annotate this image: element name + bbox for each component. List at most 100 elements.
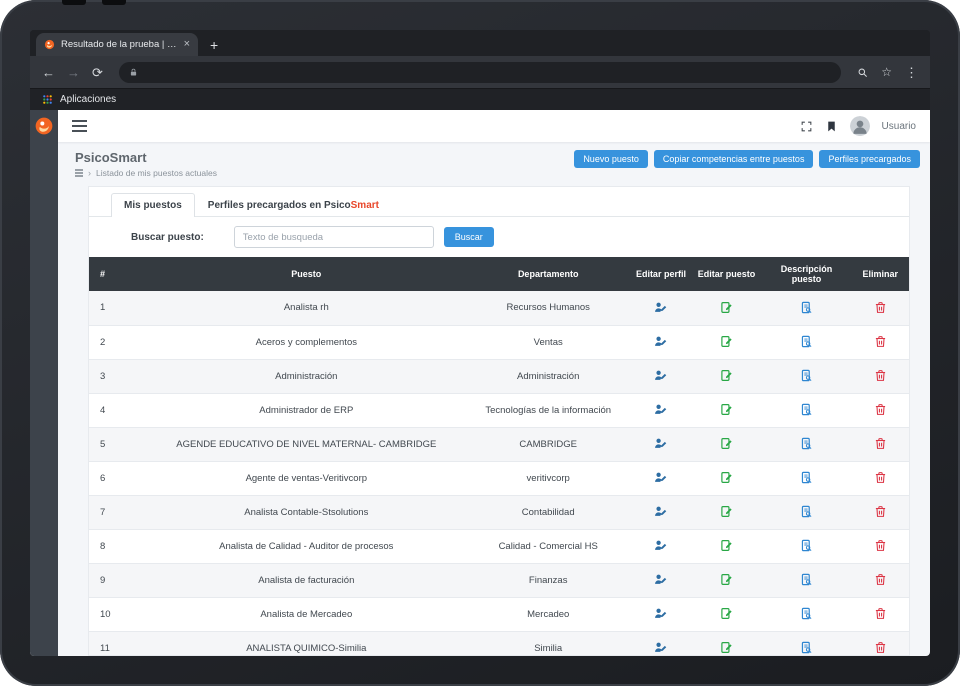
edit-profile-button[interactable] <box>652 605 669 622</box>
edit-profile-button[interactable] <box>652 299 669 316</box>
delete-puesto-button[interactable] <box>872 639 889 656</box>
edit-profile-button[interactable] <box>652 401 669 418</box>
hamburger-menu-icon[interactable] <box>72 120 87 132</box>
nuevo-puesto-button[interactable]: Nuevo puesto <box>574 150 648 168</box>
descripcion-puesto-button[interactable] <box>798 367 815 384</box>
row-puesto: Administración <box>146 359 467 394</box>
trash-icon <box>874 335 887 348</box>
descripcion-puesto-button[interactable] <box>798 333 815 350</box>
tablet-volume-button <box>62 0 86 5</box>
edit-profile-button[interactable] <box>652 367 669 384</box>
delete-puesto-button[interactable] <box>872 401 889 418</box>
edit-puesto-button[interactable] <box>718 639 735 656</box>
row-departamento: CAMBRIDGE <box>466 427 631 462</box>
edit-puesto-button[interactable] <box>718 605 735 622</box>
delete-puesto-button[interactable] <box>872 469 889 486</box>
col-departamento: Departamento <box>466 257 631 291</box>
delete-puesto-button[interactable] <box>872 605 889 622</box>
edit-puesto-button[interactable] <box>718 299 735 316</box>
app-main: Usuario PsicoSmart › Listado de mis pues… <box>58 110 930 656</box>
back-icon[interactable]: ← <box>42 66 55 79</box>
edit-puesto-button[interactable] <box>718 469 735 486</box>
descripcion-puesto-button[interactable] <box>798 571 815 588</box>
user-label[interactable]: Usuario <box>882 121 916 132</box>
table-body: 1 Analista rh Recursos Humanos 2 Aceros … <box>89 291 909 656</box>
search-input[interactable] <box>233 226 434 248</box>
delete-puesto-button[interactable] <box>872 333 889 350</box>
buscar-button[interactable]: Buscar <box>443 227 494 247</box>
edit-profile-button[interactable] <box>652 469 669 486</box>
new-tab-button[interactable]: + <box>210 38 218 52</box>
table-header: # Puesto Departamento Editar perfil Edit… <box>89 257 909 291</box>
descripcion-puesto-button[interactable] <box>798 435 815 452</box>
row-departamento: Recursos Humanos <box>466 291 631 326</box>
copiar-competencias-button[interactable]: Copiar competencias entre puestos <box>653 150 814 168</box>
row-number: 11 <box>89 631 147 655</box>
delete-puesto-button[interactable] <box>872 537 889 554</box>
bookmarks-bar: Aplicaciones <box>30 88 930 110</box>
edit-profile-button[interactable] <box>652 435 669 452</box>
screenshot-stage: Resultado de la prueba | Smart × + ← → ⟳… <box>0 0 960 686</box>
descripcion-puesto-button[interactable] <box>798 639 815 656</box>
psicosmart-logo-icon[interactable] <box>34 116 54 136</box>
descripcion-puesto-button[interactable] <box>798 605 815 622</box>
doc-view-icon <box>800 471 813 484</box>
apps-grid-icon[interactable] <box>42 94 53 105</box>
doc-edit-icon <box>720 437 733 450</box>
edit-puesto-button[interactable] <box>718 333 735 350</box>
delete-puesto-button[interactable] <box>872 435 889 452</box>
edit-puesto-button[interactable] <box>718 571 735 588</box>
row-puesto: Aceros y complementos <box>146 325 467 360</box>
delete-puesto-button[interactable] <box>872 367 889 384</box>
address-bar[interactable] <box>118 61 842 83</box>
toolbar-right: ☆ ⋮ <box>857 66 918 79</box>
search-icon[interactable] <box>857 67 868 78</box>
menu-dots-icon[interactable]: ⋮ <box>905 66 918 79</box>
edit-puesto-button[interactable] <box>718 435 735 452</box>
tab-mis-puestos[interactable]: Mis puestos <box>111 193 195 217</box>
trash-icon <box>874 607 887 620</box>
col-num: # <box>89 257 147 291</box>
edit-puesto-button[interactable] <box>718 503 735 520</box>
edit-puesto-button[interactable] <box>718 401 735 418</box>
forward-icon[interactable]: → <box>67 66 80 79</box>
edit-profile-button[interactable] <box>652 333 669 350</box>
edit-puesto-button[interactable] <box>718 537 735 554</box>
edit-profile-button[interactable] <box>652 571 669 588</box>
page-heading-row: PsicoSmart › Listado de mis puestos actu… <box>58 142 930 184</box>
delete-puesto-button[interactable] <box>872 299 889 316</box>
bookmarks-apps-label[interactable]: Aplicaciones <box>60 94 116 105</box>
descripcion-puesto-button[interactable] <box>798 401 815 418</box>
bookmark-icon[interactable] <box>825 120 838 133</box>
row-puesto: Analista rh <box>146 291 467 326</box>
reload-icon[interactable]: ⟳ <box>92 66 103 79</box>
collapsed-sidebar[interactable] <box>30 110 58 656</box>
delete-puesto-button[interactable] <box>872 571 889 588</box>
perfiles-precargados-button[interactable]: Perfiles precargados <box>819 150 920 168</box>
lock-icon <box>129 68 138 77</box>
tab-close-icon[interactable]: × <box>184 39 190 50</box>
edit-profile-button[interactable] <box>652 537 669 554</box>
edit-puesto-button[interactable] <box>718 367 735 384</box>
app-viewport: Usuario PsicoSmart › Listado de mis pues… <box>30 110 930 656</box>
descripcion-puesto-button[interactable] <box>798 503 815 520</box>
fullscreen-icon[interactable] <box>800 120 813 133</box>
delete-puesto-button[interactable] <box>872 503 889 520</box>
trash-icon <box>874 505 887 518</box>
star-icon[interactable]: ☆ <box>881 66 892 78</box>
row-puesto: Analista Contable-Stsolutions <box>146 495 467 530</box>
col-editar-puesto: Editar puesto <box>691 257 762 291</box>
descripcion-puesto-button[interactable] <box>798 537 815 554</box>
descripcion-puesto-button[interactable] <box>798 299 815 316</box>
tab-perfiles-precargados[interactable]: Perfiles precargados en PsicoSmart <box>195 193 392 217</box>
browser-tab[interactable]: Resultado de la prueba | Smart × <box>36 33 198 56</box>
edit-profile-button[interactable] <box>652 503 669 520</box>
row-number: 2 <box>89 325 147 360</box>
edit-profile-button[interactable] <box>652 639 669 656</box>
descripcion-puesto-button[interactable] <box>798 469 815 486</box>
user-avatar[interactable] <box>850 116 870 136</box>
user-edit-icon <box>654 573 667 586</box>
browser-toolbar: ← → ⟳ ☆ ⋮ <box>30 56 930 88</box>
row-departamento: Calidad - Comercial HS <box>466 529 631 564</box>
favicon-psicosmart <box>44 39 55 50</box>
